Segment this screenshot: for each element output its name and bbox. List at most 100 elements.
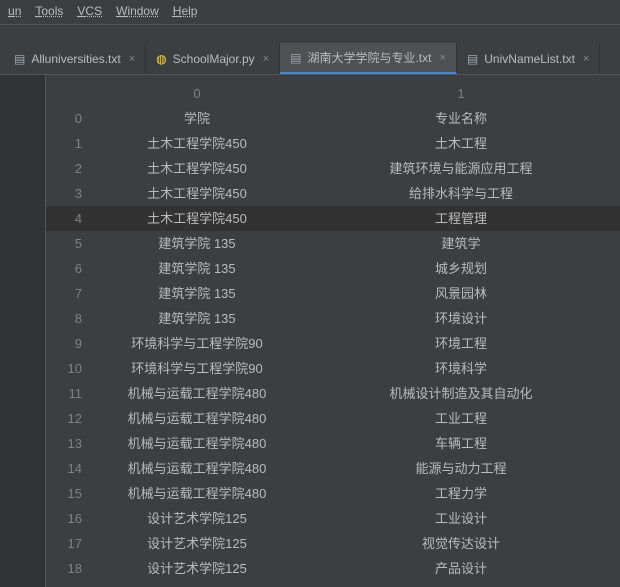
cell-college: 机械与运载工程学院480 <box>92 431 302 456</box>
table-row[interactable]: 14机械与运载工程学院480能源与动力工程 <box>46 456 620 481</box>
cell-college: 设计艺术学院125 <box>92 556 302 581</box>
cell-major: 城乡规划 <box>302 256 620 281</box>
table-row[interactable]: 1土木工程学院450土木工程 <box>46 131 620 156</box>
cell-college: 土木工程学院450 <box>92 156 302 181</box>
row-index: 10 <box>46 356 92 381</box>
cell-major: 机械设计制造及其自动化 <box>302 381 620 406</box>
menu-item-vcs[interactable]: VCS <box>77 4 102 18</box>
table-row[interactable]: 13机械与运载工程学院480车辆工程 <box>46 431 620 456</box>
corner-cell <box>46 81 92 106</box>
text-file-icon: ▤ <box>290 51 301 65</box>
row-index: 11 <box>46 381 92 406</box>
cell-college: 机械与运载工程学院480 <box>92 481 302 506</box>
text-file-icon: ▤ <box>467 52 478 66</box>
cell-college: 学院 <box>92 106 302 131</box>
tab-label: SchoolMajor.py <box>173 52 255 66</box>
table-row[interactable]: 5建筑学院 135建筑学 <box>46 231 620 256</box>
row-index: 16 <box>46 506 92 531</box>
cell-major: 工程力学 <box>302 481 620 506</box>
row-index: 8 <box>46 306 92 331</box>
tab-hunan-majors[interactable]: ▤ 湖南大学学院与专业.txt × <box>280 43 457 74</box>
row-index: 15 <box>46 481 92 506</box>
table-row[interactable]: 2土木工程学院450建筑环境与能源应用工程 <box>46 156 620 181</box>
cell-college: 机械与运载工程学院480 <box>92 456 302 481</box>
table-row[interactable]: 4土木工程学院450工程管理 <box>46 206 620 231</box>
table-row[interactable]: 3土木工程学院450给排水科学与工程 <box>46 181 620 206</box>
cell-major: 建筑环境与能源应用工程 <box>302 156 620 181</box>
cell-college: 建筑学院 135 <box>92 256 302 281</box>
menu-item-tools[interactable]: Tools <box>35 4 63 18</box>
cell-major: 工业设计 <box>302 506 620 531</box>
close-icon[interactable]: × <box>263 53 269 65</box>
row-index: 6 <box>46 256 92 281</box>
cell-major: 能源与动力工程 <box>302 456 620 481</box>
gutter <box>0 75 46 587</box>
tab-label: UnivNameList.txt <box>484 52 575 66</box>
tab-univnamelist[interactable]: ▤ UnivNameList.txt × <box>457 43 600 74</box>
row-index: 1 <box>46 131 92 156</box>
data-viewer: 010学院专业名称1土木工程学院450土木工程2土木工程学院450建筑环境与能源… <box>0 75 620 587</box>
cell-major: 视觉传达设计 <box>302 531 620 556</box>
row-index: 5 <box>46 231 92 256</box>
cell-major: 风景园林 <box>302 281 620 306</box>
column-header-0: 0 <box>92 81 302 106</box>
table-row[interactable]: 9环境科学与工程学院90环境工程 <box>46 331 620 356</box>
tab-alluniversities[interactable]: ▤ Alluniversities.txt × <box>4 43 146 74</box>
close-icon[interactable]: × <box>583 53 589 65</box>
table-row[interactable]: 11机械与运载工程学院480机械设计制造及其自动化 <box>46 381 620 406</box>
table-row[interactable]: 16设计艺术学院125工业设计 <box>46 506 620 531</box>
row-index: 9 <box>46 331 92 356</box>
table-row[interactable]: 18设计艺术学院125产品设计 <box>46 556 620 581</box>
cell-major: 工业工程 <box>302 406 620 431</box>
cell-major: 专业名称 <box>302 106 620 131</box>
cell-major: 环境科学 <box>302 356 620 381</box>
cell-major: 工程管理 <box>302 206 620 231</box>
cell-major: 环境工程 <box>302 331 620 356</box>
row-index: 7 <box>46 281 92 306</box>
editor-tabs: ▤ Alluniversities.txt × ◍ SchoolMajor.py… <box>0 43 620 75</box>
cell-major: 土木工程 <box>302 131 620 156</box>
cell-college: 环境科学与工程学院90 <box>92 331 302 356</box>
cell-college: 设计艺术学院125 <box>92 506 302 531</box>
row-index: 0 <box>46 106 92 131</box>
table-row[interactable]: 6建筑学院 135城乡规划 <box>46 256 620 281</box>
column-header-1: 1 <box>302 81 620 106</box>
table-row[interactable]: 8建筑学院 135环境设计 <box>46 306 620 331</box>
cell-major: 环境设计 <box>302 306 620 331</box>
cell-college: 建筑学院 135 <box>92 231 302 256</box>
menu-item-help[interactable]: Help <box>173 4 198 18</box>
tab-label: Alluniversities.txt <box>31 52 120 66</box>
table-row[interactable]: 10环境科学与工程学院90环境科学 <box>46 356 620 381</box>
cell-college: 机械与运载工程学院480 <box>92 381 302 406</box>
data-grid: 010学院专业名称1土木工程学院450土木工程2土木工程学院450建筑环境与能源… <box>46 75 620 587</box>
menu-item-window[interactable]: Window <box>116 4 159 18</box>
row-index: 17 <box>46 531 92 556</box>
text-file-icon: ▤ <box>14 52 25 66</box>
cell-major: 给排水科学与工程 <box>302 181 620 206</box>
close-icon[interactable]: × <box>129 53 135 65</box>
row-index: 4 <box>46 206 92 231</box>
table-row[interactable]: 15机械与运载工程学院480工程力学 <box>46 481 620 506</box>
cell-major: 车辆工程 <box>302 431 620 456</box>
row-index: 12 <box>46 406 92 431</box>
cell-college: 设计艺术学院125 <box>92 531 302 556</box>
cell-college: 土木工程学院450 <box>92 131 302 156</box>
table-row[interactable]: 17设计艺术学院125视觉传达设计 <box>46 531 620 556</box>
table-row[interactable]: 7建筑学院 135风景园林 <box>46 281 620 306</box>
menu-bar: un Tools VCS Window Help <box>0 0 620 22</box>
close-icon[interactable]: × <box>439 52 445 64</box>
row-index: 13 <box>46 431 92 456</box>
python-file-icon: ◍ <box>156 52 166 66</box>
row-index: 3 <box>46 181 92 206</box>
table-row[interactable]: 12机械与运载工程学院480工业工程 <box>46 406 620 431</box>
row-index: 14 <box>46 456 92 481</box>
tab-schoolmajor[interactable]: ◍ SchoolMajor.py × <box>146 43 280 74</box>
menu-item-un[interactable]: un <box>8 4 21 18</box>
table-row[interactable]: 0学院专业名称 <box>46 106 620 131</box>
cell-major: 产品设计 <box>302 556 620 581</box>
row-index: 2 <box>46 156 92 181</box>
cell-college: 环境科学与工程学院90 <box>92 356 302 381</box>
cell-major: 建筑学 <box>302 231 620 256</box>
cell-college: 机械与运载工程学院480 <box>92 406 302 431</box>
cell-college: 土木工程学院450 <box>92 181 302 206</box>
